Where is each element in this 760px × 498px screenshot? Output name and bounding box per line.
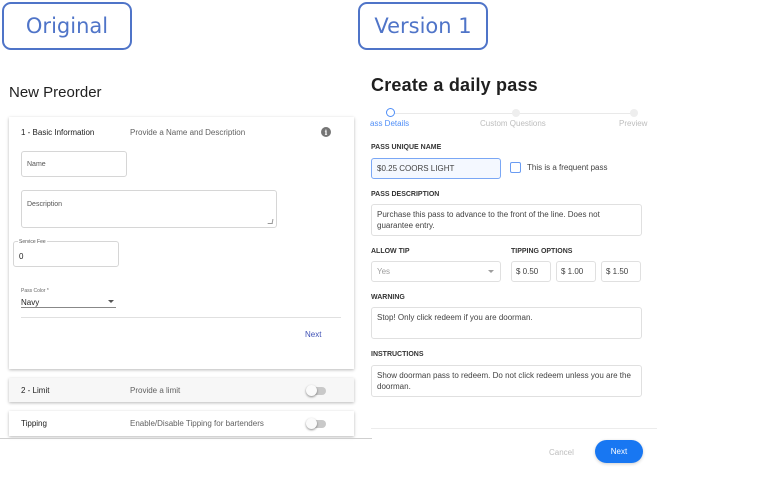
- original-tag-label: Original: [25, 14, 109, 38]
- tipping-options-label: TIPPING OPTIONS: [511, 248, 573, 255]
- tip-option-input[interactable]: $ 0.50: [511, 261, 551, 282]
- service-fee-value[interactable]: 0: [19, 252, 23, 261]
- name-input-label: Name: [27, 161, 46, 168]
- caret-down-icon[interactable]: [108, 300, 114, 303]
- step-dot[interactable]: [630, 109, 638, 117]
- tip-option-input[interactable]: $ 1.00: [556, 261, 596, 282]
- step-title: 2 - Limit: [21, 386, 50, 395]
- step-desc: Provide a limit: [130, 386, 181, 395]
- tipping-toggle[interactable]: [306, 418, 326, 429]
- comparison-page: Original Version 1 New Preorder 1 - Basi…: [0, 0, 760, 498]
- pass-description-label: PASS DESCRIPTION: [371, 191, 440, 198]
- description-label: Description: [27, 201, 63, 208]
- service-fee-label: Service Fee: [18, 239, 47, 245]
- instructions-label: INSTRUCTIONS: [371, 351, 424, 358]
- step-preview[interactable]: Preview: [619, 119, 647, 128]
- frequent-pass-label[interactable]: This is a frequent pass: [527, 163, 607, 172]
- pass-name-label: PASS UNIQUE NAME: [371, 144, 442, 151]
- step-desc: Provide a Name and Description: [130, 128, 246, 137]
- divider: [21, 317, 341, 318]
- limit-step[interactable]: 2 - Limit Provide a limit: [9, 378, 354, 402]
- pass-name-input[interactable]: $0.25 COORS LIGHT: [371, 158, 501, 179]
- name-input[interactable]: Name: [21, 151, 127, 177]
- bottom-divider: [0, 438, 372, 439]
- allow-tip-label: ALLOW TIP: [371, 248, 410, 255]
- warning-label: WARNING: [371, 294, 405, 301]
- pass-color-select[interactable]: Navy: [21, 298, 39, 307]
- pass-description-input[interactable]: Purchase this pass to advance to the fro…: [371, 204, 642, 236]
- version-tag-label: Version 1: [374, 14, 472, 38]
- info-icon[interactable]: i: [321, 127, 331, 137]
- limit-toggle[interactable]: [306, 385, 326, 396]
- original-tag: Original: [2, 2, 132, 50]
- step-desc: Enable/Disable Tipping for bartenders: [130, 419, 264, 428]
- step-dot-active[interactable]: [386, 108, 395, 117]
- description-textarea[interactable]: Description: [21, 190, 277, 228]
- tipping-step[interactable]: Tipping Enable/Disable Tipping for barte…: [9, 411, 354, 436]
- toggle-knob: [306, 418, 317, 429]
- step-title: Tipping: [21, 419, 47, 428]
- instructions-input[interactable]: Show doorman pass to redeem. Do not clic…: [371, 365, 642, 397]
- step-pass-details[interactable]: ass Details: [370, 119, 409, 128]
- caret-down-icon[interactable]: [488, 270, 494, 273]
- divider: [371, 428, 657, 429]
- page-title: Create a daily pass: [371, 75, 538, 95]
- warning-input[interactable]: Stop! Only click redeem if you are doorm…: [371, 307, 642, 339]
- allow-tip-select[interactable]: Yes: [371, 261, 501, 282]
- page-title: New Preorder: [9, 84, 102, 101]
- resize-grip-icon[interactable]: [267, 219, 274, 224]
- frequent-pass-checkbox[interactable]: [510, 162, 521, 173]
- tip-option-input[interactable]: $ 1.50: [601, 261, 641, 282]
- pass-color-label: Pass Color *: [21, 288, 49, 294]
- version-tag: Version 1: [358, 2, 488, 50]
- next-button[interactable]: Next: [305, 330, 321, 339]
- next-button[interactable]: Next: [595, 440, 643, 463]
- step-dot[interactable]: [512, 109, 520, 117]
- step-custom-questions[interactable]: Custom Questions: [480, 119, 546, 128]
- basic-info-step: 1 - Basic Information Provide a Name and…: [9, 117, 354, 369]
- toggle-knob: [306, 385, 317, 396]
- cancel-button[interactable]: Cancel: [549, 448, 574, 457]
- step-title: 1 - Basic Information: [21, 128, 95, 137]
- pass-color-underline: [21, 307, 116, 308]
